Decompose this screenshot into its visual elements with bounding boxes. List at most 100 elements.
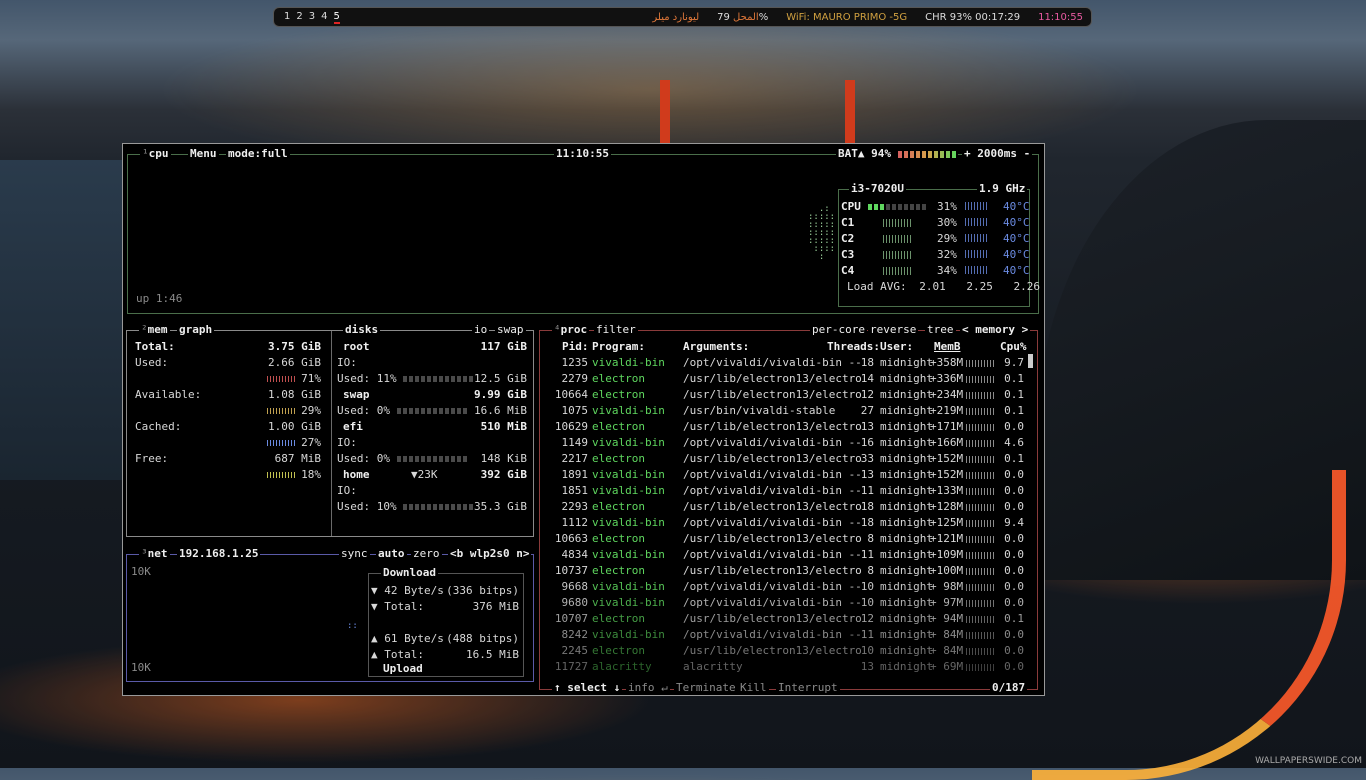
per-core-toggle[interactable]: per-core (810, 323, 867, 336)
proc-title[interactable]: ⁴proc (552, 323, 590, 336)
disk-swap-free: 16.6 MiB (474, 404, 527, 417)
table-row[interactable]: 1075 vivaldi-bin/usr/bin/vivaldi-stable 27… (544, 404, 1034, 420)
table-row[interactable]: 10707 electron/usr/lib/electron13/electro… (544, 612, 1034, 628)
core-temp: 40°C (1003, 200, 1030, 213)
proc-threads: 18 (860, 500, 874, 513)
table-row[interactable]: 1149 vivaldi-bin/opt/vivaldi/vivaldi-bin … (544, 436, 1034, 452)
proc-mem: +336M (930, 372, 964, 385)
core-pct: 30% (937, 216, 957, 229)
disks-title[interactable]: disks (343, 323, 381, 336)
mem-used-pct-value: 71% (301, 372, 321, 385)
workspace-4[interactable]: 4 (321, 11, 327, 24)
table-row[interactable]: 1235 vivaldi-bin/opt/vivaldi/vivaldi-bin … (544, 356, 1034, 372)
table-row[interactable]: 1112 vivaldi-bin/opt/vivaldi/vivaldi-bin … (544, 516, 1034, 532)
proc-mem: +121M (930, 532, 964, 545)
workspace-2[interactable]: 2 (296, 11, 302, 24)
proc-user: midnight (880, 388, 933, 401)
select-control[interactable]: ↑ select ↓ (552, 681, 623, 694)
core-row-c1: C1 30% 40°C (841, 216, 1030, 229)
table-row[interactable]: 9668 vivaldi-bin/opt/vivaldi/vivaldi-bin … (544, 580, 1034, 596)
upload-label: Upload (381, 662, 425, 675)
col-arguments[interactable]: Arguments: (683, 340, 749, 353)
mode-button[interactable]: mode:full (226, 147, 290, 160)
sort-selector[interactable]: < memory > (960, 323, 1031, 336)
proc-threads: 10 (860, 580, 874, 593)
table-row[interactable]: 2279 electron/usr/lib/electron13/electro 1… (544, 372, 1034, 388)
proc-mem: +109M (930, 548, 964, 561)
proc-cpu-graph (966, 520, 996, 527)
disk-root-name: root (343, 340, 370, 353)
net-title[interactable]: ³net (139, 547, 170, 560)
col-cpu[interactable]: Cpu% (1000, 340, 1027, 353)
proc-mem: +152M (930, 468, 964, 481)
table-row[interactable]: 11727 alacritty alacritty 13 midnight + 69M 0.… (544, 660, 1034, 676)
table-row[interactable]: 10664 electron/usr/lib/electron13/electro… (544, 388, 1034, 404)
interval-plus-button[interactable]: + (964, 147, 971, 160)
net-interface-selector[interactable]: <b wlp2s0 n> (448, 547, 532, 560)
terminate-button[interactable]: Terminate (674, 681, 738, 694)
col-pid[interactable]: Pid: (562, 340, 589, 353)
info-button[interactable]: info ↵ (626, 681, 670, 694)
clock: 11:10:55 (1038, 11, 1083, 23)
core-temp: 40°C (1003, 248, 1030, 261)
table-row[interactable]: 2217 electron/usr/lib/electron13/electro 3… (544, 452, 1034, 468)
mem-graph-toggle[interactable]: graph (177, 323, 215, 336)
disks-swap-toggle[interactable]: swap (495, 323, 526, 336)
proc-mem: + 98M (930, 580, 964, 593)
disk-home-used: Used: 10% (337, 500, 397, 513)
cpu-total-row: CPU 31% 40°C (841, 200, 1030, 213)
interval-minus-button[interactable]: - (1024, 147, 1031, 160)
upload-total: 16.5 MiB (466, 648, 519, 661)
cpu-title[interactable]: ¹cpu (140, 147, 171, 160)
table-row[interactable]: 10663 electron/usr/lib/electron13/electro… (544, 532, 1034, 548)
proc-threads: 10 (860, 644, 874, 657)
proc-pid: 4834 (561, 548, 589, 561)
proc-args: /usr/lib/electron13/electro (683, 532, 862, 545)
proc-program: vivaldi-bin (592, 436, 665, 449)
proc-pid: 2279 (561, 372, 589, 385)
net-auto-toggle[interactable]: auto (376, 547, 407, 560)
proc-args: alacritty (683, 660, 743, 673)
proc-user: midnight (880, 548, 933, 561)
table-row[interactable]: 10737 electron/usr/lib/electron13/electro… (544, 564, 1034, 580)
interrupt-button[interactable]: Interrupt (776, 681, 840, 694)
core-label: C2 (841, 232, 855, 245)
disks-io-toggle[interactable]: io (472, 323, 490, 336)
table-row[interactable]: 10629 electron/usr/lib/electron13/electro… (544, 420, 1034, 436)
proc-args: /opt/vivaldi/vivaldi-bin -- (683, 468, 862, 481)
net-zero-toggle[interactable]: zero (411, 547, 442, 560)
table-row[interactable]: 8242 vivaldi-bin/opt/vivaldi/vivaldi-bin … (544, 628, 1034, 644)
workspace-3[interactable]: 3 (309, 11, 315, 24)
net-sync-toggle[interactable]: sync (339, 547, 370, 560)
net-stats-box: Download ▼ 42 Byte/s (336 bitps) ▼ Total… (368, 566, 524, 677)
menu-button[interactable]: Menu (188, 147, 219, 160)
col-user[interactable]: User: (880, 340, 913, 353)
table-row[interactable]: 1891 vivaldi-bin/opt/vivaldi/vivaldi-bin … (544, 468, 1034, 484)
proc-program: alacritty (592, 660, 652, 673)
proc-mem: +166M (930, 436, 964, 449)
proc-filter-button[interactable]: filter (594, 323, 638, 336)
workspace-1[interactable]: 1 (284, 11, 290, 24)
col-threads[interactable]: Threads: (827, 340, 880, 353)
table-row[interactable]: 4834 vivaldi-bin/opt/vivaldi/vivaldi-bin … (544, 548, 1034, 564)
kill-button[interactable]: Kill (738, 681, 769, 694)
table-row[interactable]: 9680 vivaldi-bin/opt/vivaldi/vivaldi-bin … (544, 596, 1034, 612)
proc-pid: 10664 (554, 388, 588, 401)
proc-mem: +152M (930, 452, 964, 465)
proc-threads: 33 (860, 452, 874, 465)
table-row[interactable]: 1851 vivaldi-bin/opt/vivaldi/vivaldi-bin … (544, 484, 1034, 500)
tree-toggle[interactable]: tree (925, 323, 956, 336)
col-mem[interactable]: MemB (934, 340, 961, 353)
proc-cpu-graph (966, 424, 996, 431)
core-pct: 31% (937, 200, 957, 213)
proc-pid: 11727 (554, 660, 588, 673)
workspace-5-active[interactable]: 5 (333, 11, 340, 24)
proc-cpu-graph (966, 440, 996, 447)
table-row[interactable]: 2245 electron/usr/lib/electron13/electro 1… (544, 644, 1034, 660)
uptime: up 1:46 (136, 292, 183, 305)
download-total-label: ▼ Total: (371, 600, 424, 613)
reverse-toggle[interactable]: reverse (868, 323, 919, 336)
mem-title[interactable]: ²mem (139, 323, 170, 336)
col-program[interactable]: Program: (592, 340, 645, 353)
table-row[interactable]: 2293 electron/usr/lib/electron13/electro 1… (544, 500, 1034, 516)
